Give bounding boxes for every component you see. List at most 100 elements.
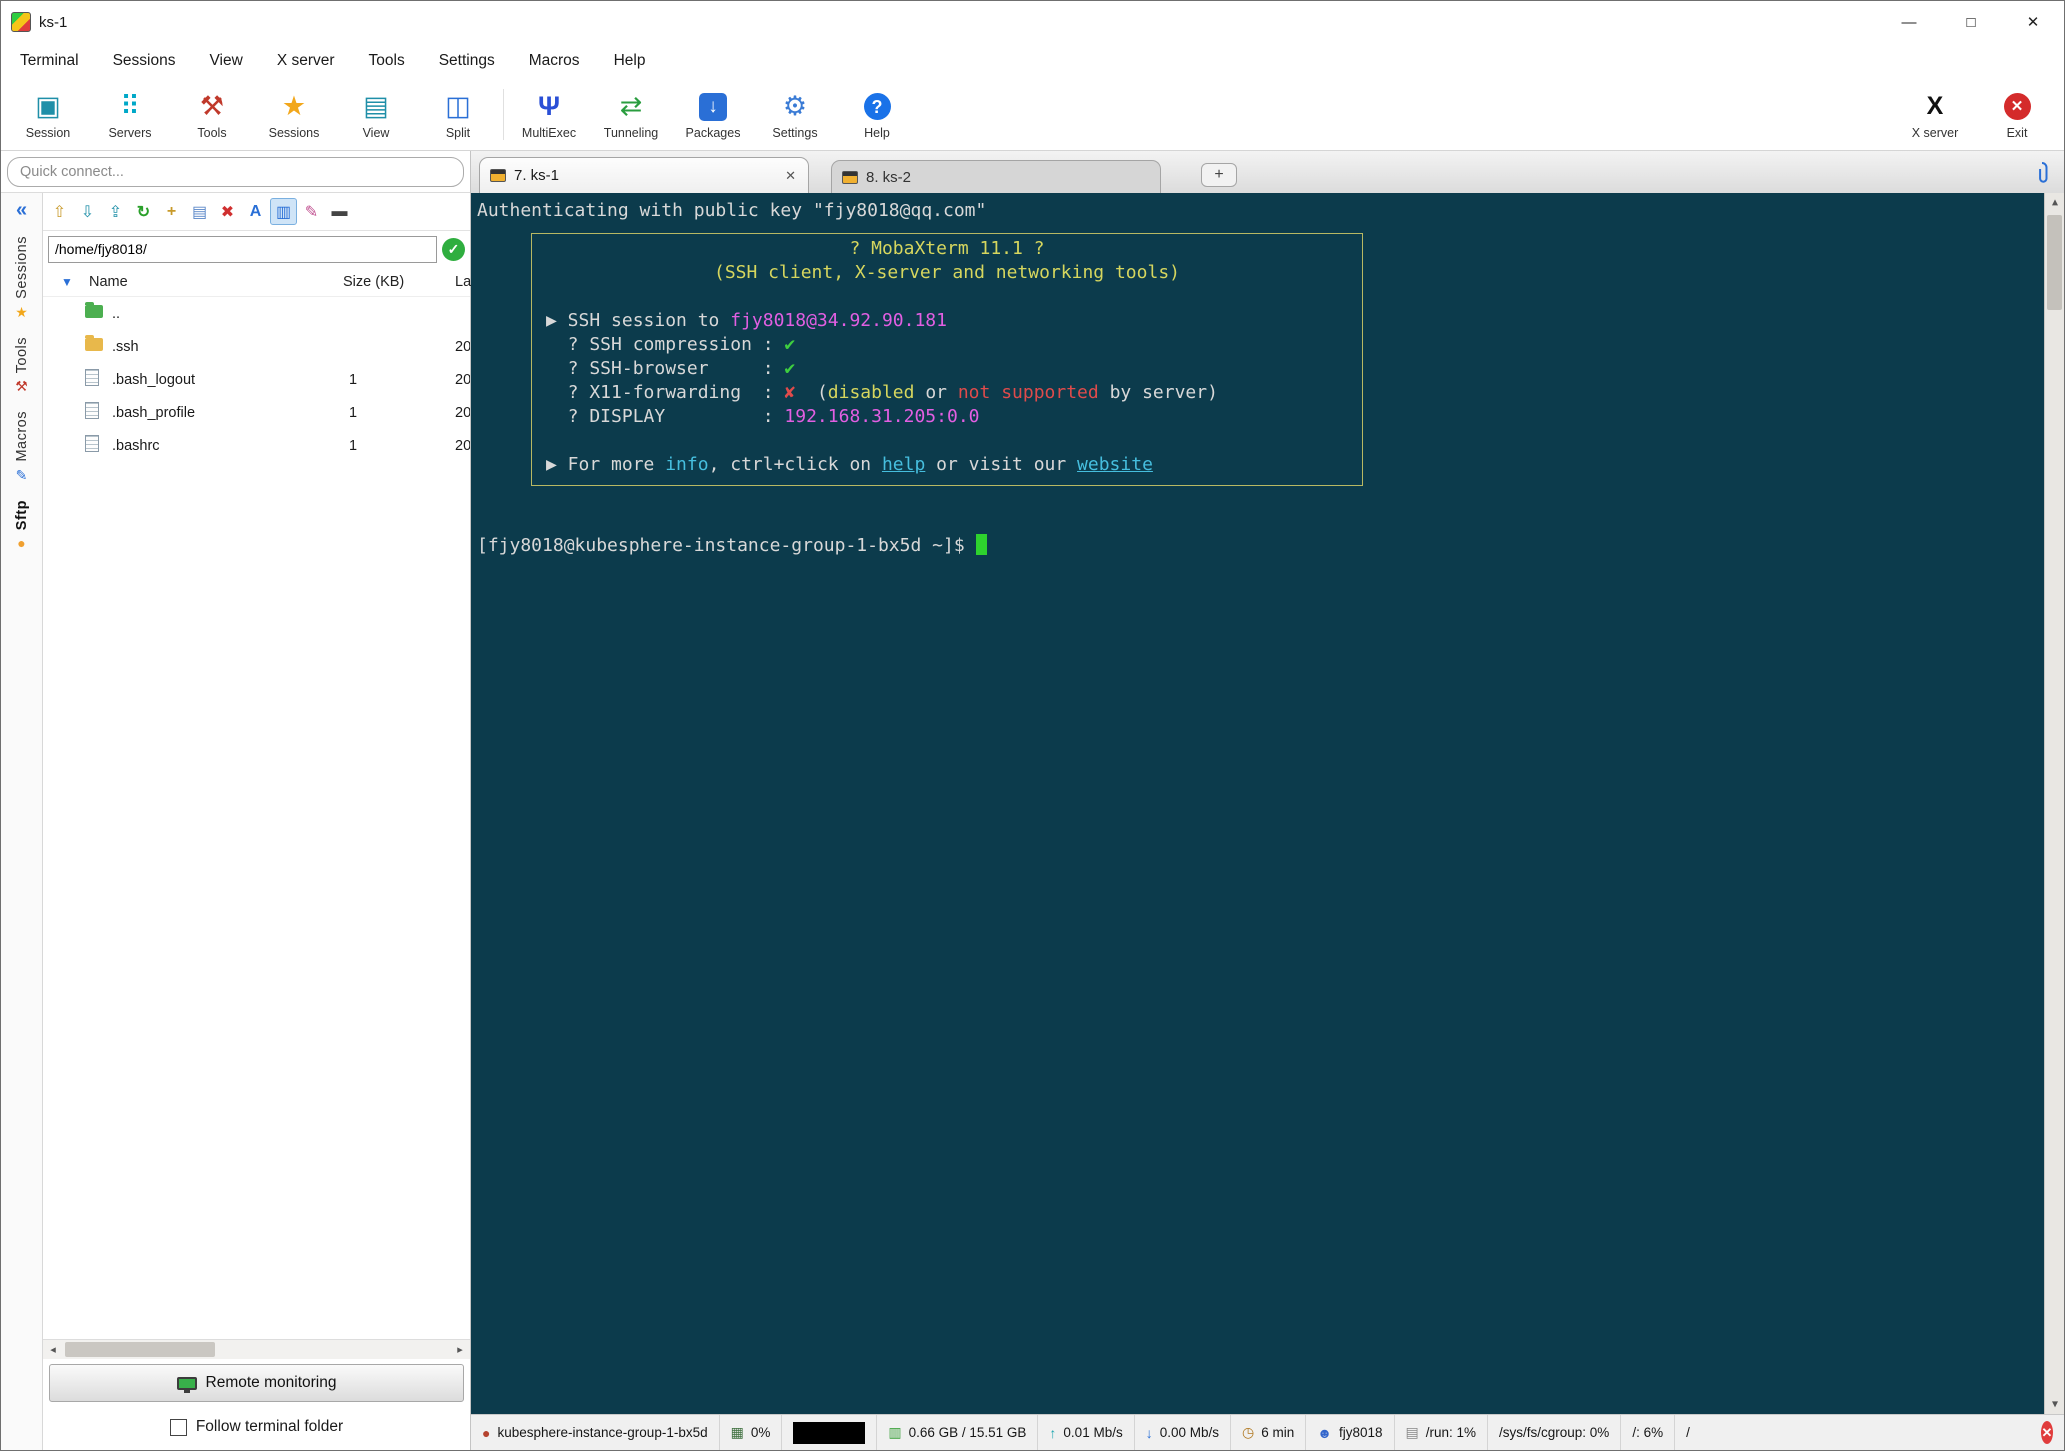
menu-macros[interactable]: Macros	[512, 43, 597, 79]
statusbar-close-icon[interactable]: ✕	[2041, 1421, 2053, 1444]
delete-button[interactable]: ✖	[214, 198, 241, 225]
folder-icon	[85, 335, 103, 351]
menu-sessions[interactable]: Sessions	[96, 43, 193, 79]
help-link[interactable]: help	[882, 454, 925, 475]
maximize-button[interactable]: □	[1940, 1, 2002, 43]
follow-terminal-checkbox[interactable]	[169, 1418, 187, 1436]
info-link[interactable]: info	[665, 454, 708, 475]
help-button[interactable]: ? Help	[836, 81, 918, 148]
menu-view[interactable]: View	[192, 43, 259, 79]
tools-button[interactable]: ⚒ Tools	[171, 81, 253, 148]
terminal-scrollbar[interactable]: ▲ ▼	[2044, 193, 2064, 1414]
scroll-right-icon[interactable]: ▸	[450, 1343, 470, 1356]
follow-terminal-label: Follow terminal folder	[195, 1418, 344, 1435]
banner-compression-line: ? SSH compression : ✔	[546, 334, 796, 355]
download-button[interactable]: ⇩	[74, 198, 101, 225]
encoding-button[interactable]: A	[242, 198, 269, 225]
banner-subtitle: (SSH client, X-server and networking too…	[714, 262, 1180, 283]
parent-folder-button[interactable]: ⇧	[46, 198, 73, 225]
app-logo-icon	[11, 12, 31, 32]
xserver-button[interactable]: X X server	[1894, 81, 1976, 148]
user-icon: ☻	[1317, 1424, 1332, 1441]
upload-speed-icon: ↑	[1049, 1424, 1057, 1441]
collapse-sidebar-icon[interactable]: «	[16, 199, 27, 222]
packages-button[interactable]: ↓ Packages	[672, 81, 754, 148]
minimize-button[interactable]: —	[1878, 1, 1940, 43]
menu-tools[interactable]: Tools	[352, 43, 422, 79]
settings-button[interactable]: ⚙ Settings	[754, 81, 836, 148]
terminal-folder-button[interactable]: ▬	[326, 198, 353, 225]
multiexec-button[interactable]: Ψ MultiExec	[508, 81, 590, 148]
sidebar-item-sftp[interactable]: Sftp ●	[14, 500, 30, 551]
menu-terminal[interactable]: Terminal	[3, 43, 96, 79]
quick-connect-input[interactable]	[7, 156, 464, 187]
file-row-bash-logout[interactable]: .bash_logout 1 20	[43, 363, 470, 396]
statusbar-cpu: ▦ 0%	[720, 1415, 783, 1450]
website-link[interactable]: website	[1077, 454, 1153, 475]
session-button[interactable]: ▣ Session	[7, 81, 89, 148]
terminal-screen[interactable]: Authenticating with public key "fjy8018@…	[471, 193, 2064, 1414]
menu-xserver[interactable]: X server	[260, 43, 352, 79]
statusbar-close: ✕	[2030, 1415, 2064, 1450]
upload-button[interactable]: ⇪	[102, 198, 129, 225]
servers-button[interactable]: ⠿ Servers	[89, 81, 171, 148]
exit-button[interactable]: ✕ Exit	[1976, 81, 2058, 148]
new-file-button[interactable]: ▤	[186, 198, 213, 225]
statusbar-host: ● kubesphere-instance-group-1-bx5d	[471, 1415, 720, 1450]
banner-display-line: ? DISPLAY : 192.168.31.205:0.0	[546, 406, 980, 427]
sftp-path-row: ✓	[43, 231, 470, 267]
file-row-bash-profile[interactable]: .bash_profile 1 20	[43, 396, 470, 429]
tree-expander-icon[interactable]: ▼	[61, 275, 73, 289]
follow-terminal-folder-row: Follow terminal folder	[43, 1404, 470, 1450]
scroll-left-icon[interactable]: ◂	[43, 1343, 63, 1356]
refresh-button[interactable]: ↻	[130, 198, 157, 225]
new-folder-button[interactable]: +	[158, 198, 185, 225]
menu-help[interactable]: Help	[597, 43, 663, 79]
menu-settings[interactable]: Settings	[422, 43, 512, 79]
sftp-panel: ⇧ ⇩ ⇪ ↻ + ▤ ✖ A ▥ ✎ ▬ ✓	[43, 193, 471, 1450]
tunneling-button[interactable]: ⇄ Tunneling	[590, 81, 672, 148]
sidebar-item-macros[interactable]: Macros ✎	[14, 411, 30, 484]
file-row-bashrc[interactable]: .bashrc 1 20	[43, 429, 470, 462]
monitor-icon	[176, 1376, 197, 1393]
sidebar-item-tools[interactable]: Tools ⚒	[14, 337, 30, 395]
sftp-horizontal-scrollbar[interactable]: ◂ ▸	[43, 1339, 470, 1359]
file-icon	[85, 435, 99, 452]
remote-monitoring-button[interactable]: Remote monitoring	[49, 1364, 464, 1402]
scrollbar-thumb[interactable]	[65, 1342, 215, 1357]
file-row-ssh[interactable]: .ssh 20	[43, 330, 470, 363]
columns-view-button[interactable]: ▥	[270, 198, 297, 225]
scrollbar-thumb[interactable]	[2047, 215, 2062, 310]
file-table-header: ▼ Name Size (KB) La	[43, 267, 471, 297]
column-name[interactable]: Name	[89, 274, 128, 290]
tab-ks-2[interactable]: 8. ks-2	[831, 160, 1161, 193]
sessions-star-icon: ★	[281, 91, 307, 121]
memory-icon: ▥	[888, 1424, 902, 1440]
sessions-button[interactable]: ★ Sessions	[253, 81, 335, 148]
exit-icon: ✕	[2003, 93, 2031, 120]
column-size[interactable]: Size (KB)	[343, 274, 404, 290]
file-row-parent[interactable]: ..	[43, 297, 470, 330]
servers-icon: ⠿	[120, 91, 140, 121]
toolbar: ▣ Session ⠿ Servers ⚒ Tools ★ Sessions ▤…	[1, 79, 2064, 151]
banner-title: ? MobaXterm 11.1 ?	[849, 238, 1045, 259]
terminal-tab-icon	[842, 170, 858, 184]
sidebar-item-sessions[interactable]: Sessions ★	[14, 236, 30, 321]
terminal-cursor	[975, 534, 987, 555]
tab-ks-1[interactable]: 7. ks-1 ✕	[479, 157, 809, 193]
sftp-icon: ●	[17, 534, 26, 551]
attachments-icon[interactable]	[2034, 161, 2050, 185]
split-button[interactable]: ◫ Split	[417, 81, 499, 148]
path-confirm-icon[interactable]: ✓	[442, 237, 465, 261]
shell-prompt: [fjy8018@kubesphere-instance-group-1-bx5…	[477, 534, 2038, 558]
scroll-down-icon[interactable]: ▼	[2045, 1395, 2064, 1414]
edit-button[interactable]: ✎	[298, 198, 325, 225]
view-button[interactable]: ▤ View	[335, 81, 417, 148]
folder-up-icon	[85, 302, 103, 318]
close-button[interactable]: ✕	[2002, 1, 2064, 43]
new-tab-button[interactable]: +	[1201, 163, 1237, 187]
scroll-up-icon[interactable]: ▲	[2045, 193, 2064, 212]
sftp-path-input[interactable]	[48, 235, 437, 263]
cpu-graph	[793, 1421, 866, 1444]
tab-close-icon[interactable]: ✕	[783, 168, 798, 184]
